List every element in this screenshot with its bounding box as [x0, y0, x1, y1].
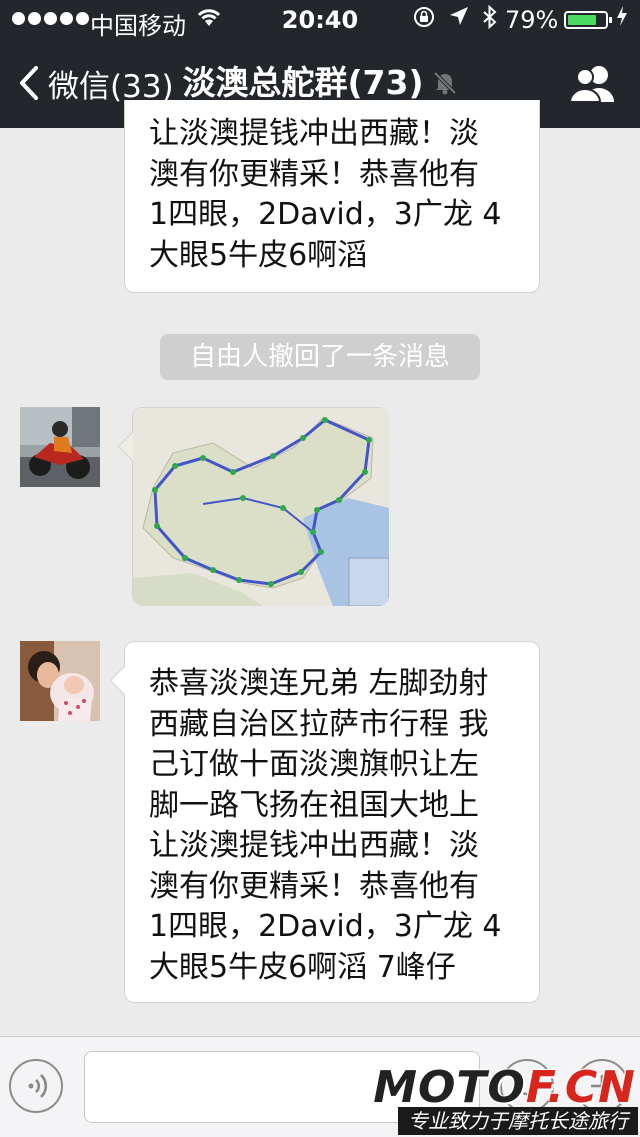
rotation-lock-icon [412, 5, 436, 35]
china-route-map [133, 408, 389, 606]
watermark-tagline: 专业致力于摩托长途旅行 [398, 1107, 638, 1135]
status-icons [412, 4, 498, 35]
group-members-button[interactable] [568, 62, 616, 108]
message-bubble[interactable]: 恭喜淡澳连兄弟 左脚劲射 西藏自治区拉萨市行程 我 己订做十面淡澳旗帜让左 脚一… [109, 641, 540, 1003]
system-notice: 自由人撤回了一条消息 [160, 334, 480, 380]
group-members-icon [568, 66, 614, 103]
battery-icon [564, 11, 612, 29]
status-bar: 中国移动 20:40 79% [0, 0, 640, 40]
message-text: 恭喜淡澳连兄弟 左脚劲射 西藏自治区拉萨市行程 我 己订做十面淡澳旗帜让左 脚一… [149, 666, 502, 985]
message-text: 让淡澳提钱冲出西藏！淡 澳有你更精采！恭喜他有 1四眼，2David，3广龙 4… [149, 116, 502, 273]
chat-title: 淡澳总舵群(73) [182, 63, 424, 102]
battery-percent: 79% [505, 6, 559, 34]
charging-icon [616, 5, 628, 33]
parent-with-baby-avatar[interactable] [20, 641, 100, 721]
voice-icon [28, 1074, 48, 1098]
watermark-logo: MOTOF.CN [373, 1062, 636, 1113]
watermark-logo-prefix: MOTO [373, 1062, 526, 1113]
image-message[interactable] [117, 407, 389, 606]
message-bubble[interactable]: 让淡澳提钱冲出西藏！淡 澳有你更精采！恭喜他有 1四眼，2David，3广龙 4… [124, 100, 540, 293]
bluetooth-icon [482, 4, 498, 35]
voice-button[interactable] [9, 1059, 63, 1113]
watermark-logo-suffix: F.CN [525, 1062, 636, 1113]
motorcycle-rider-avatar[interactable] [20, 407, 100, 487]
location-arrow-icon [448, 5, 470, 35]
site-watermark: MOTOF.CN 专业致力于摩托长途旅行 [373, 1062, 640, 1136]
